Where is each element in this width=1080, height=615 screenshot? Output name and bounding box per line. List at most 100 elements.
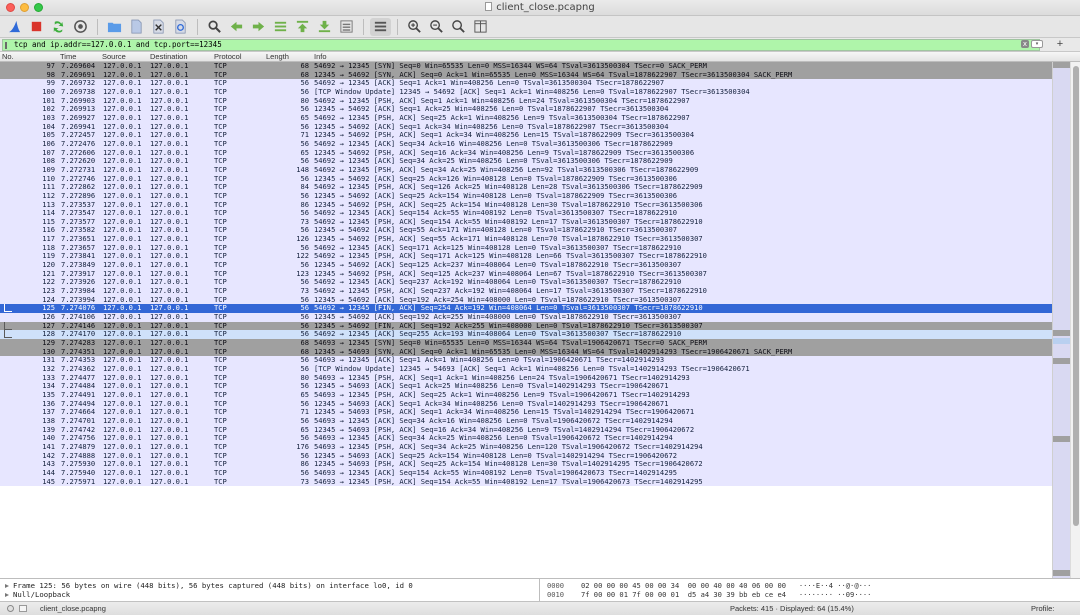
packet-row[interactable]: 104 7.269941 127.0.0.1 127.0.0.1 TCP 56 12345 … xyxy=(0,122,1068,132)
packet-row[interactable]: 127 7.274146 127.0.0.1 127.0.0.1 TCP 56 12345 … xyxy=(0,321,1068,331)
packet-row[interactable]: 112 7.272896 127.0.0.1 127.0.0.1 TCP 56 12345 … xyxy=(0,191,1068,201)
packet-row[interactable]: 137 7.274664 127.0.0.1 127.0.0.1 TCP 71 12345 … xyxy=(0,408,1068,417)
column-header-time[interactable]: Time xyxy=(60,52,76,61)
packet-row[interactable]: 114 7.273547 127.0.0.1 127.0.0.1 TCP 56 54692 … xyxy=(0,209,1068,218)
packet-row[interactable]: 111 7.272862 127.0.0.1 127.0.0.1 TCP 84 54692 … xyxy=(0,183,1068,192)
go-to-packet-button[interactable] xyxy=(270,18,291,36)
open-file-button[interactable] xyxy=(104,18,125,36)
packet-row[interactable]: 124 7.273994 127.0.0.1 127.0.0.1 TCP 56 12345 … xyxy=(0,295,1068,305)
packet-row[interactable]: 99 7.269732 127.0.0.1 127.0.0.1 TCP 56 54692 →… xyxy=(0,79,1068,88)
packet-row[interactable]: 134 7.274484 127.0.0.1 127.0.0.1 TCP 56 12345 … xyxy=(0,382,1068,391)
packet-row[interactable]: 129 7.274283 127.0.0.1 127.0.0.1 TCP 68 54693 … xyxy=(0,339,1068,348)
packet-row[interactable]: 142 7.274888 127.0.0.1 127.0.0.1 TCP 56 12345 … xyxy=(0,451,1068,461)
reload-file-button[interactable] xyxy=(170,18,191,36)
packet-row[interactable]: 115 7.273577 127.0.0.1 127.0.0.1 TCP 73 54692 … xyxy=(0,217,1068,227)
packet-row[interactable]: 126 7.274106 127.0.0.1 127.0.0.1 TCP 56 12345 … xyxy=(0,313,1068,322)
column-header-source[interactable]: Source xyxy=(102,52,126,61)
packet-row[interactable]: 120 7.273849 127.0.0.1 127.0.0.1 TCP 56 12345 … xyxy=(0,261,1068,270)
packet-row[interactable]: 138 7.274701 127.0.0.1 127.0.0.1 TCP 56 54693 … xyxy=(0,416,1068,426)
packet-row[interactable]: 108 7.272620 127.0.0.1 127.0.0.1 TCP 56 54692 … xyxy=(0,157,1068,166)
packet-row[interactable]: 128 7.274170 127.0.0.1 127.0.0.1 TCP 56 54692 … xyxy=(0,330,1068,339)
restart-capture-button[interactable] xyxy=(48,18,69,36)
capture-comment-icon[interactable] xyxy=(19,605,27,612)
column-header-destination[interactable]: Destination xyxy=(150,52,188,61)
packet-row[interactable]: 135 7.274491 127.0.0.1 127.0.0.1 TCP 65 54693 … xyxy=(0,390,1068,400)
expert-info-icon[interactable] xyxy=(7,605,14,612)
vertical-scrollbar[interactable] xyxy=(1070,62,1080,578)
packet-row[interactable]: 98 7.269691 127.0.0.1 127.0.0.1 TCP 68 12345 →… xyxy=(0,70,1068,80)
zoom-out-button[interactable] xyxy=(426,18,447,36)
packet-row[interactable]: 116 7.273582 127.0.0.1 127.0.0.1 TCP 56 12345 … xyxy=(0,226,1068,236)
packet-source: 127.0.0.1 xyxy=(103,339,142,347)
column-header-protocol[interactable]: Protocol xyxy=(214,52,242,61)
stop-capture-button[interactable] xyxy=(26,18,47,36)
packet-row[interactable]: 130 7.274351 127.0.0.1 127.0.0.1 TCP 68 12345 … xyxy=(0,347,1068,357)
packet-row[interactable]: 107 7.272606 127.0.0.1 127.0.0.1 TCP 65 12345 … xyxy=(0,148,1068,158)
column-header-info[interactable]: Info xyxy=(314,52,327,61)
packet-row[interactable]: 109 7.272731 127.0.0.1 127.0.0.1 TCP 148 54692… xyxy=(0,165,1068,175)
packet-row[interactable]: 117 7.273651 127.0.0.1 127.0.0.1 TCP 126 12345… xyxy=(0,235,1068,244)
details-frame-row[interactable]: Frame 125: 56 bytes on wire (448 bits), … xyxy=(5,581,413,590)
packet-row[interactable]: 133 7.274477 127.0.0.1 127.0.0.1 TCP 80 54693 … xyxy=(0,373,1068,383)
packet-row[interactable]: 97 7.269604 127.0.0.1 127.0.0.1 TCP 68 54692 →… xyxy=(0,62,1068,71)
packet-row[interactable]: 113 7.273537 127.0.0.1 127.0.0.1 TCP 86 12345 … xyxy=(0,200,1068,210)
packet-row[interactable]: 100 7.269738 127.0.0.1 127.0.0.1 TCP 56 [TCP W… xyxy=(0,87,1068,97)
last-packet-button[interactable] xyxy=(314,18,335,36)
go-forward-button[interactable] xyxy=(248,18,269,36)
packet-row[interactable]: 118 7.273657 127.0.0.1 127.0.0.1 TCP 56 54692 … xyxy=(0,243,1068,253)
expand-triangle-icon[interactable] xyxy=(5,584,9,588)
packet-row[interactable]: 123 7.273984 127.0.0.1 127.0.0.1 TCP 73 54692 … xyxy=(0,287,1068,296)
packet-row[interactable]: 119 7.273841 127.0.0.1 127.0.0.1 TCP 122 54692… xyxy=(0,252,1068,262)
zoom-in-button[interactable] xyxy=(404,18,425,36)
packet-row[interactable]: 121 7.273917 127.0.0.1 127.0.0.1 TCP 123 12345… xyxy=(0,269,1068,279)
packet-row[interactable]: 143 7.275930 127.0.0.1 127.0.0.1 TCP 86 12345 … xyxy=(0,460,1068,469)
packet-time: 7.274756 xyxy=(61,434,96,443)
packet-row[interactable]: 141 7.274879 127.0.0.1 127.0.0.1 TCP 176 54693… xyxy=(0,442,1068,452)
display-filter-input[interactable]: tcp and ip.addr==127.0.0.1 and tcp.port=… xyxy=(2,39,1040,51)
scrollbar-thumb[interactable] xyxy=(1073,66,1079,526)
packet-row[interactable]: 139 7.274742 127.0.0.1 127.0.0.1 TCP 65 12345 … xyxy=(0,425,1068,435)
colorize-button[interactable] xyxy=(370,17,391,36)
packet-row[interactable]: 145 7.275971 127.0.0.1 127.0.0.1 TCP 73 54693 … xyxy=(0,477,1068,487)
save-file-button[interactable] xyxy=(126,18,147,36)
packet-minimap[interactable] xyxy=(1052,62,1071,578)
packet-row[interactable]: 106 7.272476 127.0.0.1 127.0.0.1 TCP 56 54692 … xyxy=(0,139,1068,149)
packet-row[interactable]: 110 7.272746 127.0.0.1 127.0.0.1 TCP 56 12345 … xyxy=(0,174,1068,184)
start-capture-button[interactable] xyxy=(4,18,25,36)
packet-info: 12345 → 54693 [ACK] Seq=1 Ack=25 Win=408… xyxy=(314,382,669,391)
filter-history-dropdown[interactable]: ▾ xyxy=(1031,40,1043,48)
packet-row[interactable]: 101 7.269903 127.0.0.1 127.0.0.1 TCP 80 54692 … xyxy=(0,96,1068,106)
packet-row[interactable]: 125 7.274076 127.0.0.1 127.0.0.1 TCP 56 54692 … xyxy=(0,304,1068,314)
add-filter-button[interactable]: + xyxy=(1045,38,1075,50)
details-loopback-row[interactable]: Null/Loopback xyxy=(5,590,70,599)
packet-row[interactable]: 131 7.274353 127.0.0.1 127.0.0.1 TCP 56 54693 … xyxy=(0,356,1068,365)
go-back-button[interactable] xyxy=(226,18,247,36)
packet-row[interactable]: 140 7.274756 127.0.0.1 127.0.0.1 TCP 56 54693 … xyxy=(0,434,1068,443)
resize-columns-button[interactable] xyxy=(470,18,491,36)
packet-row[interactable]: 122 7.273926 127.0.0.1 127.0.0.1 TCP 56 54692 … xyxy=(0,278,1068,288)
packet-row[interactable]: 103 7.269927 127.0.0.1 127.0.0.1 TCP 65 54692 … xyxy=(0,113,1068,123)
autoscroll-button[interactable] xyxy=(336,18,357,36)
clear-filter-icon[interactable]: x xyxy=(1021,40,1029,48)
close-file-button[interactable] xyxy=(148,18,169,36)
bytes-row[interactable]: 0010 7f 00 00 01 7f 00 00 01 d5 a4 30 39 … xyxy=(547,590,871,599)
bookmark-icon[interactable] xyxy=(5,42,11,49)
packet-time: 7.274106 xyxy=(61,313,96,322)
packet-length: 56 xyxy=(300,399,309,408)
column-header-no[interactable]: No. xyxy=(2,52,14,61)
packet-row[interactable]: 102 7.269913 127.0.0.1 127.0.0.1 TCP 56 12345 … xyxy=(0,105,1068,114)
first-packet-button[interactable] xyxy=(292,18,313,36)
packet-row[interactable]: 136 7.274494 127.0.0.1 127.0.0.1 TCP 56 12345 … xyxy=(0,399,1068,409)
normal-size-button[interactable] xyxy=(448,18,469,36)
packet-destination: 127.0.0.1 xyxy=(150,356,189,365)
find-packet-button[interactable] xyxy=(204,18,225,36)
packet-row[interactable]: 105 7.272457 127.0.0.1 127.0.0.1 TCP 71 12345 … xyxy=(0,131,1068,140)
packet-info: 54692 → 12345 [PSH, ACK] Seq=25 Ack=1 Wi… xyxy=(314,113,690,122)
packet-row[interactable]: 132 7.274362 127.0.0.1 127.0.0.1 TCP 56 [TCP W… xyxy=(0,364,1068,374)
capture-options-button[interactable] xyxy=(70,18,91,36)
status-profile[interactable]: Profile: Default xyxy=(1031,602,1080,615)
bytes-row[interactable]: 0000 02 00 00 00 45 00 00 34 00 00 40 00 … xyxy=(547,581,871,590)
expand-triangle-icon[interactable] xyxy=(5,593,9,597)
column-header-length[interactable]: Length xyxy=(266,52,289,61)
packet-row[interactable]: 144 7.275940 127.0.0.1 127.0.0.1 TCP 56 54693 … xyxy=(0,468,1068,478)
